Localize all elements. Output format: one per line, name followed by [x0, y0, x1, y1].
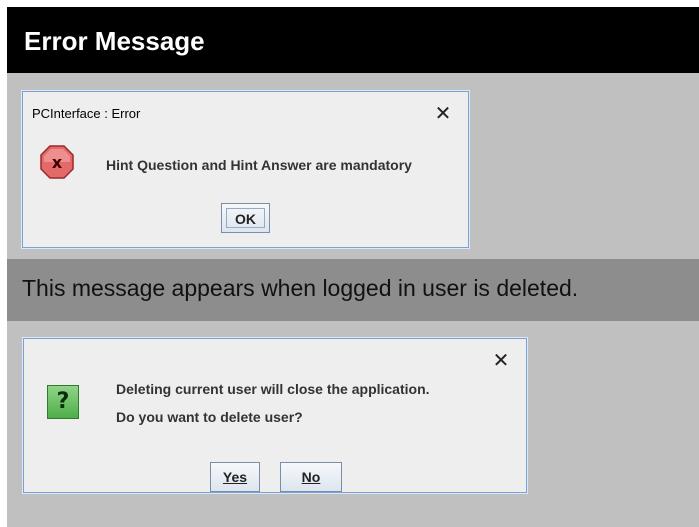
page-title: Error Message — [24, 26, 205, 56]
caption-text: This message appears when logged in user… — [22, 275, 579, 301]
error-message: Hint Question and Hint Answer are mandat… — [106, 157, 412, 173]
close-icon[interactable]: ✕ — [490, 349, 512, 371]
no-button[interactable]: No — [280, 462, 342, 492]
no-button-label: No — [301, 469, 321, 485]
error-icon: x — [40, 145, 74, 179]
error-dialog: PCInterface : Error ✕ x Hint Question an… — [22, 91, 469, 248]
svg-text:x: x — [52, 153, 63, 172]
caption-bar: This message appears when logged in user… — [7, 259, 699, 321]
yes-button-label: Yes — [222, 469, 248, 485]
yes-button[interactable]: Yes — [210, 462, 260, 492]
ok-button[interactable]: OK — [221, 203, 270, 233]
confirm-dialog: ✕ ? Deleting current user will close the… — [23, 338, 527, 493]
confirm-message-line2: Do you want to delete user? — [116, 409, 303, 425]
question-icon: ? — [47, 385, 79, 419]
ok-button-label: OK — [226, 208, 265, 228]
dialog-title: PCInterface : Error — [32, 106, 141, 121]
page-header: Error Message — [7, 7, 699, 73]
confirm-message-line1: Deleting current user will close the app… — [116, 381, 430, 397]
close-icon[interactable]: ✕ — [432, 102, 454, 124]
